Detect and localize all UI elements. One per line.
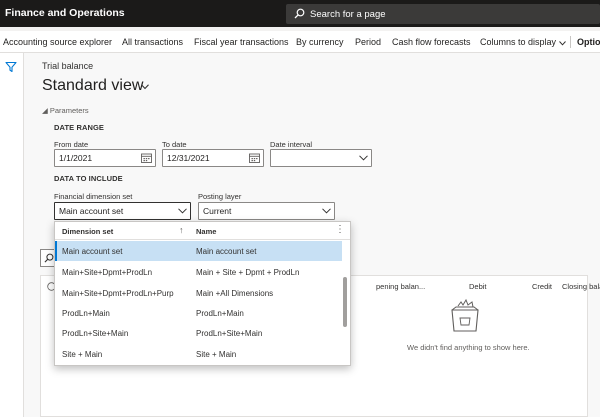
dimension-set-row[interactable]: ProdLn+Main ProdLn+Main	[55, 303, 342, 323]
chevron-down-icon	[178, 208, 187, 214]
dropdown-scrollbar[interactable]	[343, 277, 347, 327]
action-fiscal-year-transactions[interactable]: Fiscal year transactions	[194, 37, 289, 47]
date-interval-select[interactable]	[270, 149, 372, 167]
sort-ascending-icon[interactable]: ↑	[179, 225, 184, 235]
posting-layer-select[interactable]: Current	[198, 202, 335, 220]
action-columns-to-display[interactable]: Columns to display	[480, 37, 556, 47]
column-dimension-set[interactable]: Dimension set	[62, 227, 113, 236]
to-date-label: To date	[162, 140, 187, 149]
action-bar: Accounting source explorer All transacti…	[0, 31, 600, 53]
from-date-label: From date	[54, 140, 89, 149]
row-dimension-set: ProdLn+Site+Main	[62, 329, 129, 338]
search-icon	[294, 8, 305, 19]
dimension-set-row[interactable]: ProdLn+Site+Main ProdLn+Site+Main	[55, 323, 342, 343]
row-dimension-set: Main+Site+Dpmt+ProdLn+Purp	[62, 289, 174, 298]
column-name[interactable]: Name	[196, 227, 216, 236]
filter-icon[interactable]	[5, 61, 17, 73]
row-name: Main +All Dimensions	[196, 289, 274, 298]
parameters-toggle[interactable]: ◢ Parameters	[42, 106, 89, 115]
row-name: Site + Main	[196, 350, 237, 359]
left-rail	[0, 53, 24, 417]
toolbar-divider	[570, 36, 571, 48]
column-closing-balance[interactable]: Closing balance	[562, 282, 600, 291]
financial-dimension-set-label: Financial dimension set	[54, 192, 133, 201]
top-bar: Finance and Operations Search for a page	[0, 0, 600, 27]
date-range-heading: DATE RANGE	[54, 123, 105, 132]
action-options[interactable]: Optio	[577, 37, 600, 47]
column-opening-balance[interactable]: pening balan...	[376, 282, 425, 291]
empty-folder-icon	[451, 298, 479, 332]
dimension-set-dropdown[interactable]: Dimension set ↑ Name ⋮ Main account set …	[54, 221, 351, 366]
action-cash-flow-forecasts[interactable]: Cash flow forecasts	[392, 37, 471, 47]
to-date-field[interactable]: 12/31/2021	[162, 149, 264, 167]
calendar-icon[interactable]	[141, 153, 152, 163]
chevron-down-icon[interactable]	[559, 41, 566, 46]
dimension-set-row[interactable]: Main+Site+Dpmt+ProdLn+Purp Main +All Dim…	[55, 283, 342, 303]
calendar-icon[interactable]	[249, 153, 260, 163]
action-accounting-source-explorer[interactable]: Accounting source explorer	[3, 37, 112, 47]
data-to-include-heading: DATA TO INCLUDE	[54, 174, 123, 183]
row-dimension-set: ProdLn+Main	[62, 309, 110, 318]
page-search-box[interactable]: Search for a page	[286, 4, 600, 24]
collapse-triangle-icon: ◢	[42, 106, 48, 115]
search-placeholder: Search for a page	[310, 9, 386, 20]
row-dimension-set: Main+Site+Dpmt+ProdLn	[62, 268, 153, 277]
empty-state-message: We didn't find anything to show here.	[407, 343, 530, 352]
dropdown-header: Dimension set ↑ Name ⋮	[55, 222, 350, 240]
more-options-icon[interactable]: ⋮	[335, 224, 345, 235]
financial-dimension-set-select[interactable]: Main account set	[54, 202, 191, 220]
to-date-value: 12/31/2021	[167, 153, 210, 163]
row-name: Main + Site + Dpmt + ProdLn	[196, 268, 300, 277]
financial-dimension-set-value: Main account set	[59, 206, 124, 216]
chevron-down-icon	[322, 208, 331, 214]
search-icon	[44, 253, 54, 263]
parameters-label: Parameters	[49, 106, 89, 115]
view-title[interactable]: Standard view	[42, 77, 143, 95]
row-dimension-set: Site + Main	[62, 350, 103, 359]
row-name: ProdLn+Main	[196, 309, 244, 318]
row-name: Main account set	[196, 247, 257, 256]
action-all-transactions[interactable]: All transactions	[122, 37, 183, 47]
posting-layer-value: Current	[203, 206, 232, 216]
column-credit[interactable]: Credit	[532, 282, 552, 291]
row-dimension-set: Main account set	[62, 247, 123, 256]
date-interval-label: Date interval	[270, 140, 313, 149]
dimension-set-row[interactable]: Site + Main Site + Main	[55, 344, 342, 364]
from-date-value: 1/1/2021	[59, 153, 93, 163]
from-date-field[interactable]: 1/1/2021	[54, 149, 156, 167]
chevron-down-icon[interactable]	[141, 84, 149, 90]
column-debit[interactable]: Debit	[469, 282, 487, 291]
chevron-down-icon	[359, 155, 368, 161]
dimension-set-row[interactable]: Main+Site+Dpmt+ProdLn Main + Site + Dpmt…	[55, 262, 342, 282]
row-name: ProdLn+Site+Main	[196, 329, 263, 338]
posting-layer-label: Posting layer	[198, 192, 242, 201]
dimension-set-row[interactable]: Main account set Main account set	[55, 241, 342, 261]
breadcrumb: Trial balance	[42, 61, 94, 71]
action-period[interactable]: Period	[355, 37, 381, 47]
app-title[interactable]: Finance and Operations	[5, 7, 125, 19]
action-by-currency[interactable]: By currency	[296, 37, 344, 47]
